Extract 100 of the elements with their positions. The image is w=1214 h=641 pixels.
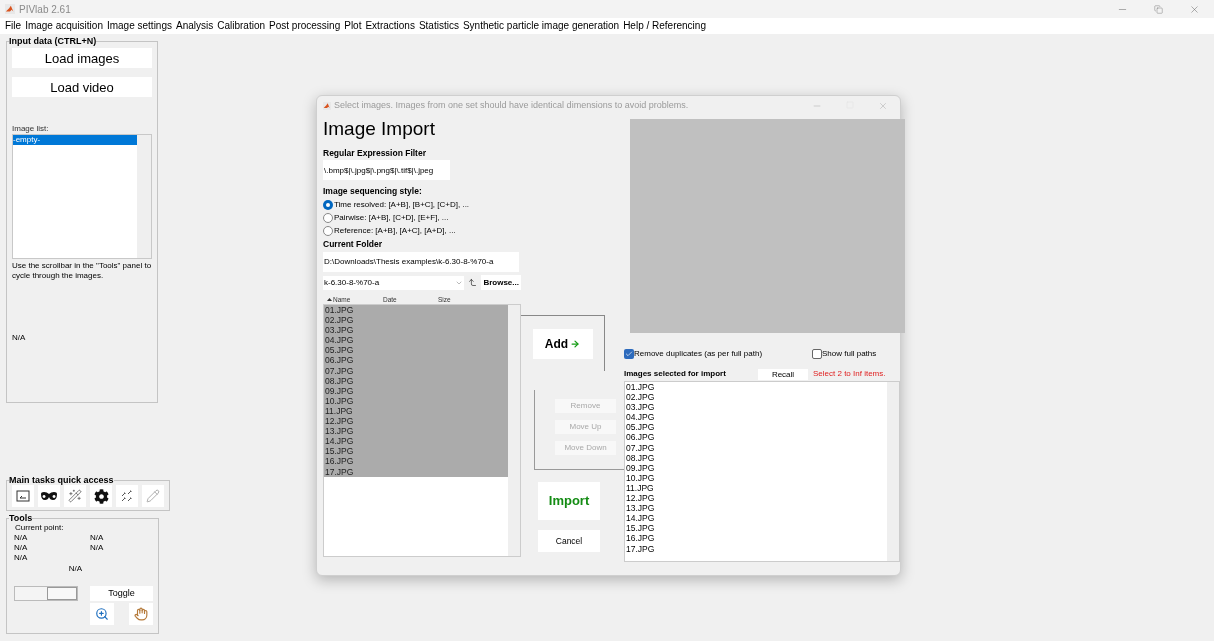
radio-button[interactable]	[323, 199, 333, 210]
menu-item[interactable]: File	[5, 20, 22, 32]
selected-item[interactable]: 10.JPG	[625, 472, 887, 483]
selected-item[interactable]: 05.JPG	[625, 422, 887, 433]
selected-item[interactable]: 09.JPG	[625, 462, 887, 473]
panel-title: Input data (CTRL+N)	[9, 36, 97, 46]
file-row[interactable]: 07.JPG	[324, 365, 508, 376]
menu-item[interactable]: Post processing	[269, 20, 341, 32]
file-row[interactable]: 12.JPG	[324, 416, 508, 427]
file-list[interactable]: 01.JPG 02.JPG 03.JPG 04.JPG 05.JPG 06.JPG 07.JPG 08.JPG 09.JPG 10.JPG 11.JPG 12.JPG 13.JPG 14.JPG 15.JPG 16.JPG 17.JPG	[323, 304, 521, 557]
selected-item[interactable]: 03.JPG	[625, 402, 887, 413]
menu-item[interactable]: Calibration	[217, 20, 266, 32]
restore-icon[interactable]	[1154, 4, 1163, 14]
current-point-label: Current point:	[14, 523, 65, 533]
cancel-button[interactable]: Cancel	[538, 530, 600, 552]
folder-path-field[interactable]: D:\Downloads\Thesis examples\k-6.30-8-%70-a	[323, 252, 519, 272]
file-row[interactable]: 05.JPG	[324, 345, 508, 356]
image-list[interactable]: -empty-	[12, 134, 152, 259]
dialog-title: Select images. Images from one set should have identical dimensions to avoid problems.	[334, 99, 689, 113]
selected-item[interactable]: 13.JPG	[625, 503, 887, 514]
load-button[interactable]: Load images	[12, 48, 152, 68]
selected-item[interactable]: 04.JPG	[625, 412, 887, 423]
menu-item[interactable]: Help / Referencing	[623, 20, 706, 32]
checkbox[interactable]	[812, 349, 822, 359]
window-title: PIVlab 2.61	[19, 2, 71, 17]
load-button[interactable]: Load video	[12, 77, 152, 97]
dialog-heading: Image Import	[323, 118, 436, 140]
menu-item[interactable]: Synthetic particle image generation	[462, 20, 620, 32]
zoom-in-icon	[95, 607, 109, 621]
list-label: Image list:	[12, 124, 50, 134]
file-row[interactable]: 14.JPG	[324, 436, 508, 447]
file-row[interactable]: 09.JPG	[324, 385, 508, 396]
browse-button[interactable]: Browse...	[481, 275, 521, 290]
image-slider[interactable]	[14, 586, 78, 601]
checkbox[interactable]	[624, 349, 634, 359]
slider-thumb[interactable]	[47, 587, 77, 600]
menu-item[interactable]: Statistics	[418, 20, 459, 32]
close-icon[interactable]	[878, 101, 888, 111]
radio-label: Time resolved: [A+B], [B+C], [C+D], ...	[334, 198, 470, 211]
regex-field[interactable]: \.bmp$|\.jpg$|\.png$|\.tif$|\.jpeg	[323, 160, 450, 180]
file-row[interactable]: 01.JPG	[324, 305, 508, 316]
file-row[interactable]: 17.JPG	[324, 466, 508, 477]
readout-text: N/A	[14, 553, 29, 563]
arrows-icon[interactable]	[116, 485, 138, 507]
menu-item[interactable]: Image acquisition	[25, 20, 103, 32]
radio-button[interactable]	[323, 212, 333, 223]
menu-item[interactable]: Image settings	[106, 20, 172, 32]
selected-item[interactable]: 02.JPG	[625, 392, 887, 403]
file-row[interactable]: 16.JPG	[324, 456, 508, 467]
scrollbar[interactable]	[508, 305, 520, 556]
readout-text: N/A	[90, 543, 105, 553]
menu-item[interactable]: Extractions	[365, 20, 415, 32]
checkbox-label: Show full paths	[822, 348, 877, 360]
recall-button[interactable]: Recall	[758, 368, 808, 380]
selected-list[interactable]: 01.JPG 02.JPG 03.JPG 04.JPG 05.JPG 06.JPG 07.JPG 08.JPG 09.JPG 10.JPG 11.JPG 12.JPG 13.JPG 14.JPG 15.JPG 16.JPG 17.JPG	[624, 381, 900, 562]
sort-icon	[327, 298, 332, 301]
file-row[interactable]: 02.JPG	[324, 315, 508, 326]
file-row[interactable]: 10.JPG	[324, 395, 508, 406]
radio-button[interactable]	[323, 225, 333, 236]
section-label: Current Folder	[323, 239, 384, 249]
selected-item[interactable]: 07.JPG	[625, 442, 887, 453]
zoom-button[interactable]	[90, 603, 114, 625]
status-text: N/A	[12, 333, 27, 343]
file-row[interactable]: 08.JPG	[324, 375, 508, 386]
list-item[interactable]: -empty-	[13, 135, 137, 145]
checkbox-label: Remove duplicates (as per full path)	[634, 348, 763, 360]
radio-label: Reference: [A+B], [A+C], [A+D], ...	[334, 224, 456, 237]
selected-item[interactable]: 12.JPG	[625, 493, 887, 504]
section-label: Images selected for import	[624, 368, 727, 380]
toggle-button[interactable]: Toggle	[90, 586, 153, 601]
readout-text: N/A	[14, 533, 29, 543]
scrollbar[interactable]	[137, 135, 151, 258]
pan-button[interactable]	[129, 603, 153, 625]
selected-item[interactable]: 17.JPG	[625, 543, 887, 554]
import-button[interactable]: Import	[538, 482, 600, 520]
menu-item[interactable]: Analysis	[176, 20, 214, 32]
file-row[interactable]: 03.JPG	[324, 325, 508, 336]
selected-item[interactable]: 16.JPG	[625, 533, 887, 544]
mask-icon[interactable]	[38, 485, 60, 507]
panel-title: Main tasks quick access	[9, 475, 114, 485]
settings-icon[interactable]	[90, 485, 112, 507]
file-row[interactable]: 13.JPG	[324, 426, 508, 437]
close-icon[interactable]	[1189, 3, 1200, 15]
selected-item[interactable]: 11.JPG	[625, 482, 887, 494]
selected-item[interactable]: 15.JPG	[625, 523, 887, 534]
hand-icon	[134, 607, 148, 621]
file-row[interactable]: 06.JPG	[324, 355, 508, 366]
folder-dropdown[interactable]: k-6.30-8-%70-a	[323, 275, 465, 290]
file-row[interactable]: 11.JPG	[324, 405, 508, 417]
menu-item[interactable]: Plot	[344, 20, 362, 32]
selected-item[interactable]: 01.JPG	[625, 382, 887, 393]
panel-title: Tools	[9, 513, 33, 523]
file-row[interactable]: 04.JPG	[324, 335, 508, 346]
readout-text: N/A	[90, 533, 105, 543]
selected-item[interactable]: 06.JPG	[625, 432, 887, 443]
add-button[interactable]: Add	[532, 328, 593, 359]
selected-item[interactable]: 14.JPG	[625, 513, 887, 524]
selected-item[interactable]: 08.JPG	[625, 452, 887, 463]
file-row[interactable]: 15.JPG	[324, 446, 508, 457]
scrollbar[interactable]	[887, 382, 899, 561]
